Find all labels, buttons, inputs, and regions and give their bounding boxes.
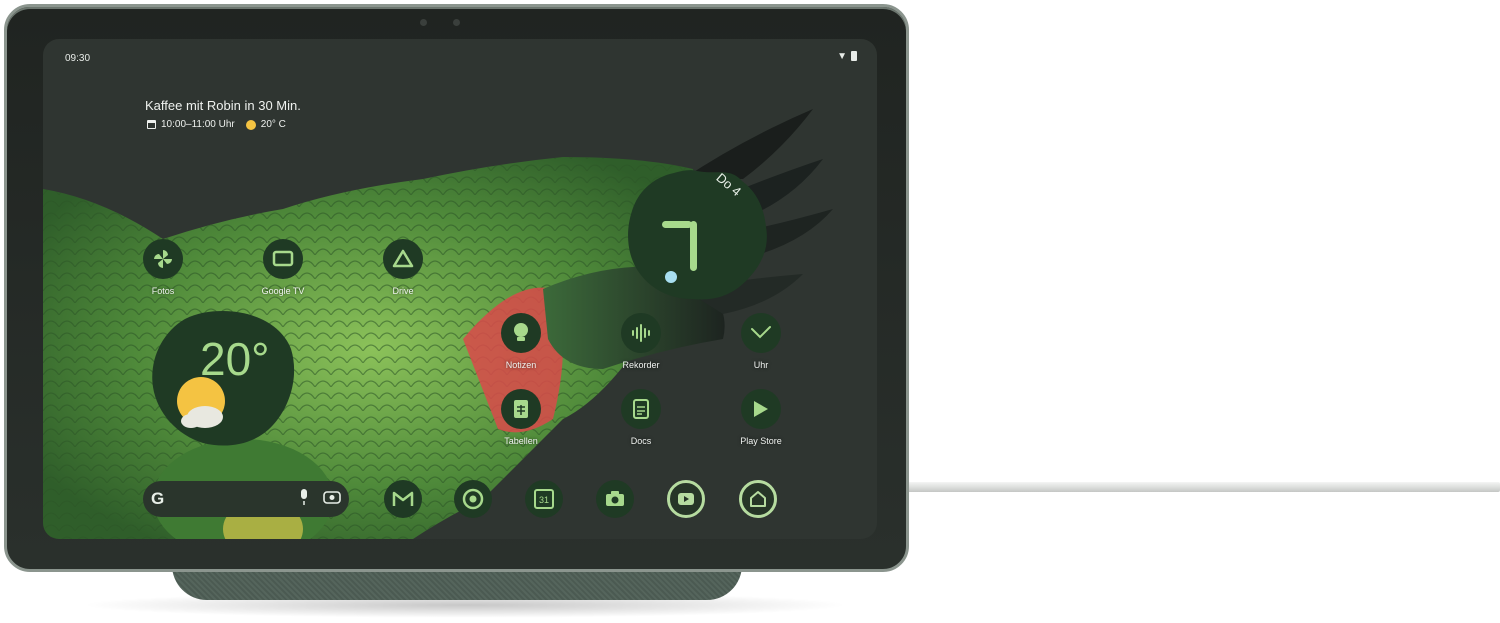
google-logo: G [151,489,165,508]
calendar-icon[interactable]: 31 [525,480,563,518]
app-rekorder[interactable]: Rekorder [601,313,681,370]
app-label: Uhr [753,360,769,370]
docs-icon [621,389,661,429]
sheets-icon [501,389,541,429]
battery-icon [851,51,857,61]
app-label: Fotos [151,286,175,296]
calendar-small-icon [147,120,156,129]
glance-event[interactable]: Kaffee mit Robin in 30 Min. [145,98,301,113]
status-icons: ▼ [837,51,857,62]
clock-hands-icon [741,313,781,353]
drive-icon [383,239,423,279]
lightbulb-icon [501,313,541,353]
glance-weather: 20° C [260,119,286,130]
app-label: Google TV [261,286,305,296]
app-label: Notizen [505,360,537,370]
glance-event-time: 10:00–11:00 Uhr [161,119,235,130]
weather-small-icon [245,119,256,130]
status-time: 09:30 [65,53,91,64]
waveform-icon [621,313,661,353]
youtube-icon[interactable] [667,480,705,518]
home-screen: 09:30 ▼ Kaffee mit Robin in 30 Min. 10:0… [43,39,877,539]
app-fotos[interactable]: Fotos [123,239,203,296]
app-label: Rekorder [622,360,660,370]
app-label: Docs [630,436,652,446]
app-play-store[interactable]: Play Store [721,389,801,446]
tablet-device: 09:30 ▼ Kaffee mit Robin in 30 Min. 10:0… [4,4,909,572]
calendar-day: 31 [539,495,549,505]
weather-temperature: 20° [200,333,270,385]
microphone-icon[interactable] [299,488,309,510]
lens-camera-icon[interactable] [323,490,341,509]
home-icon[interactable] [739,480,777,518]
app-notizen[interactable]: Notizen [481,313,561,370]
charging-cable [905,482,1500,492]
app-google-tv[interactable]: Google TV [243,239,323,296]
app-label: Play Store [740,436,782,446]
camera-lens [453,19,460,26]
chrome-icon[interactable] [454,480,492,518]
app-docs[interactable]: Docs [601,389,681,446]
play-store-icon [741,389,781,429]
google-search-bar[interactable]: G [143,481,349,517]
app-label: Drive [392,286,414,296]
google-tv-icon [263,239,303,279]
gmail-icon[interactable] [384,480,422,518]
camera-dot [420,19,427,26]
glance-details: 10:00–11:00 Uhr 20° C [147,119,286,130]
clock-widget[interactable] [626,167,768,301]
wifi-icon: ▼ [837,51,847,62]
app-label: Tabellen [504,436,538,446]
camera-icon[interactable] [596,480,634,518]
app-uhr[interactable]: Uhr [721,313,801,370]
app-tabellen[interactable]: Tabellen [481,389,561,446]
app-drive[interactable]: Drive [363,239,443,296]
pinwheel-icon [143,239,183,279]
